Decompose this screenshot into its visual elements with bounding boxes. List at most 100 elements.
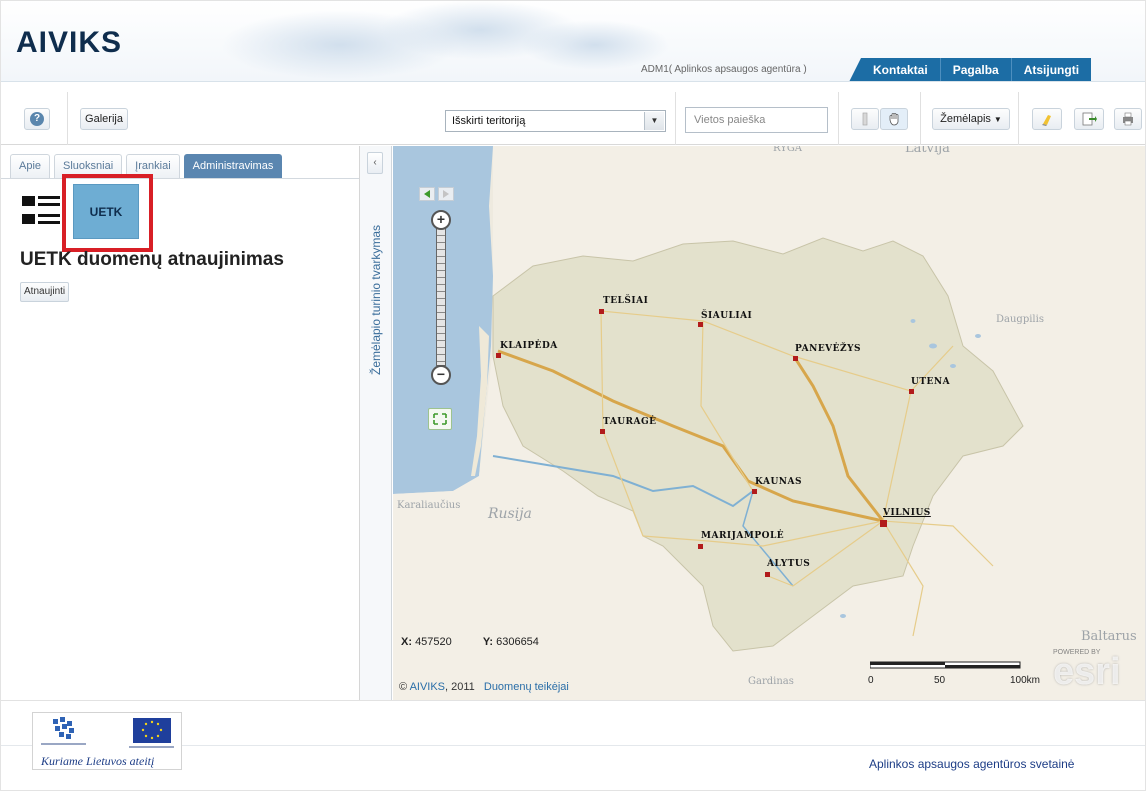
pan-button[interactable] (880, 108, 908, 130)
x-coord-label: X: (401, 636, 412, 648)
export-icon (1082, 112, 1097, 126)
city-label: MARIJAMPOLĖ (701, 531, 785, 541)
chevron-down-icon: ▼ (993, 114, 1002, 124)
scale-bar: 0 50 100km (868, 661, 1041, 691)
collapse-panel-button[interactable]: ‹ (367, 152, 383, 174)
city-marker (793, 356, 798, 361)
tabs-divider (0, 178, 359, 179)
data-providers-link[interactable]: Duomenų teikėjai (484, 681, 569, 693)
gallery-button[interactable]: Galerija (80, 108, 128, 130)
list-view-icon[interactable] (22, 194, 60, 228)
identify-button[interactable] (851, 108, 879, 130)
refresh-button[interactable]: Atnaujinti (20, 282, 70, 302)
scale-mid: 50 (934, 675, 946, 686)
toolbar-divider (838, 92, 839, 145)
scale-bar-graphic (870, 661, 1021, 669)
export-button[interactable] (1074, 108, 1104, 130)
city-label: ALYTUS (767, 559, 811, 569)
zoom-slider[interactable] (436, 228, 446, 366)
panel-heading: UETK duomenų atnaujinimas (20, 249, 284, 270)
city-label: KLAIPĖDA (500, 341, 558, 351)
help-button[interactable]: ? (24, 108, 50, 130)
city-marker (880, 520, 887, 527)
city-marker (496, 353, 501, 358)
zoom-in-button[interactable]: + (431, 210, 451, 230)
city-context-label: Gardinas (748, 676, 794, 687)
city-marker (600, 429, 605, 434)
footer: Kuriame Lietuvos ateitį Aplinkos apsaugo… (0, 700, 1146, 791)
place-search-input[interactable] (685, 107, 828, 133)
map-contents-label[interactable]: Žemėlapio turinio tvarkymas (369, 225, 383, 375)
city-context-label: Daugpilis (996, 314, 1044, 325)
x-coord-value: 457520 (415, 636, 452, 648)
eu-logos-icon (41, 717, 174, 748)
map-basemap (393, 146, 1146, 700)
toolbar-divider (67, 92, 68, 145)
city-label: TAURAGĖ (603, 417, 657, 427)
y-coord-label: Y: (482, 636, 494, 648)
nav-help-link[interactable]: Pagalba (941, 58, 1012, 81)
eraser-icon (1042, 115, 1051, 126)
basemap-dropdown[interactable]: Žemėlapis ▼ (932, 108, 1010, 130)
clear-button[interactable] (1032, 108, 1062, 130)
map-copyright: © AIVIKS, 2011 Duomenų teikėjai (399, 681, 569, 693)
tab-administration[interactable]: Administravimas (183, 154, 283, 178)
toolbar-divider (920, 92, 921, 145)
city-label: KAUNAS (755, 477, 802, 487)
scale-zero: 0 (868, 675, 874, 686)
help-icon: ? (30, 112, 44, 126)
city-context-label: Karaliaučius (397, 500, 461, 511)
city-label: UTENA (911, 377, 951, 387)
esri-logo: esri (1053, 651, 1121, 693)
y-coord-value: 6306654 (496, 636, 539, 648)
territory-select[interactable]: Išskirti teritoriją ▼ (445, 110, 666, 132)
city-marker (752, 489, 757, 494)
city-marker (909, 389, 914, 394)
uetk-tile-button[interactable]: UETK (73, 184, 139, 239)
city-marker (599, 309, 604, 314)
toolbar-divider (675, 92, 676, 145)
identify-icon (862, 112, 868, 126)
full-extent-icon (433, 413, 447, 425)
eu-funding-logo: Kuriame Lietuvos ateitį (32, 712, 182, 770)
arrow-right-icon (443, 190, 449, 198)
scale-end: 100km (1010, 675, 1041, 686)
eu-motto: Kuriame Lietuvos ateitį (41, 754, 155, 768)
copyright-symbol: © (399, 681, 408, 693)
top-nav: Kontaktai Pagalba Atsijungti (848, 58, 1092, 81)
aiviks-link[interactable]: AIVIKS (410, 681, 445, 693)
country-label: RYGA (773, 146, 803, 154)
city-label: PANEVĖŽYS (795, 344, 862, 354)
zoom-out-button[interactable]: − (431, 365, 451, 385)
nav-contacts-link[interactable]: Kontaktai (861, 58, 941, 81)
basemap-label: Žemėlapis (940, 113, 991, 125)
city-marker (698, 544, 703, 549)
country-label: Latvija (905, 146, 950, 156)
coordinates-readout: X: 457520 Y: 6306654 (401, 636, 539, 648)
header: AIVIKS ADM1( Aplinkos apsaugos agentūra … (0, 0, 1146, 82)
country-label: Baltarus (1081, 629, 1137, 644)
pan-right-button[interactable] (438, 187, 454, 201)
tab-about[interactable]: Apie (10, 154, 51, 178)
country-label: Rusija (488, 506, 532, 522)
left-panel: Apie Sluoksniai Įrankiai Administravimas… (0, 146, 360, 700)
city-label: ŠIAULIAI (701, 311, 753, 321)
agency-website-link[interactable]: Aplinkos apsaugos agentūros svetainė (869, 757, 1074, 771)
app-logo: AIVIKS (16, 26, 123, 59)
city-label: TELŠIAI (603, 296, 649, 306)
copyright-year: , 2011 (445, 681, 475, 693)
pan-hand-icon (889, 113, 899, 126)
nav-logout-link[interactable]: Atsijungti (1012, 58, 1091, 81)
city-marker (765, 572, 770, 577)
current-user: ADM1( Aplinkos apsaugos agentūra ) (641, 64, 807, 75)
capital-label: VILNIUS (883, 508, 931, 518)
full-extent-button[interactable] (428, 408, 452, 430)
header-cloud-decoration (520, 20, 670, 70)
print-icon (1123, 112, 1133, 126)
map-view[interactable]: TELŠIAI ŠIAULIAI KLAIPĖDA PANEVĖŽYS UTEN… (393, 146, 1146, 700)
pan-left-button[interactable] (419, 187, 435, 201)
chevron-down-icon[interactable]: ▼ (644, 112, 664, 130)
print-button[interactable] (1114, 108, 1142, 130)
territory-select-value: Išskirti teritoriją (452, 115, 526, 127)
toolbar-divider (1018, 92, 1019, 145)
